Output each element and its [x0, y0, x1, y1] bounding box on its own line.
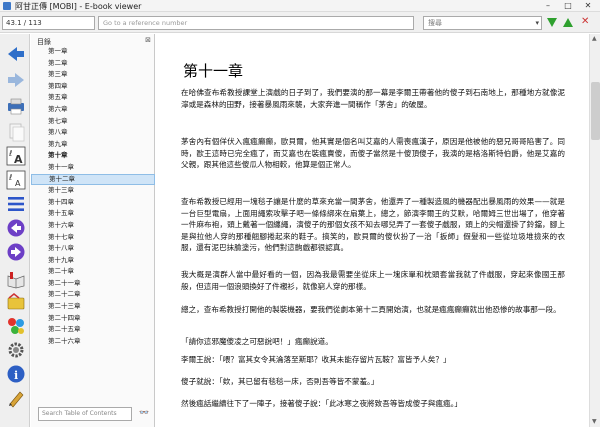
toc-search-input[interactable]: Search Table of Contents	[38, 407, 132, 421]
maximize-button[interactable]: □	[558, 0, 578, 12]
toc-search-icon[interactable]: 👓	[137, 408, 151, 420]
toc-item[interactable]: 第三章	[31, 69, 155, 81]
scrollbar-thumb[interactable]	[591, 82, 600, 140]
svg-text:ℓ: ℓ	[8, 149, 12, 158]
previous-page-icon[interactable]	[6, 218, 26, 238]
toc-item[interactable]: 第十七章	[31, 232, 155, 244]
toc-item[interactable]: 第十四章	[31, 197, 155, 209]
position-input[interactable]: 43.1 / 113	[2, 16, 95, 30]
paragraph: 「請你這邪魔傻凌之可惡說吧！」瘋癲說道。	[181, 337, 333, 346]
print-icon[interactable]	[6, 96, 26, 116]
toc-item[interactable]: 第十五章	[31, 208, 155, 220]
paragraph: 茅舍內有個佯伏入瘋瘋癲癲，歐貝爾，他其實是個名叫艾嘉的人需喪瘋漢子，原因是他被他…	[181, 137, 565, 169]
app-icon	[3, 2, 11, 10]
toc-item[interactable]: 第二十二章	[31, 289, 155, 301]
window-title: 阿甘正傳 [MOBI] - E-book viewer	[15, 2, 142, 11]
toc-item[interactable]: 第十二章	[31, 173, 155, 186]
preferences-icon[interactable]	[6, 340, 26, 360]
toc-item[interactable]: 第十三章	[31, 185, 155, 197]
edit-icon[interactable]	[6, 388, 26, 408]
scroll-down-icon[interactable]: ▼	[592, 418, 597, 425]
search-dropdown-icon[interactable]: ▾	[535, 17, 539, 29]
toc-close-icon[interactable]: ⊠	[145, 36, 151, 44]
search-input[interactable]: 搜尋 ▾	[423, 16, 542, 30]
toc-item[interactable]: 第四章	[31, 81, 155, 93]
close-search-icon[interactable]: ✕	[581, 16, 589, 27]
toc-panel: 目錄 ⊠ 第一章 第二章 第三章 第四章 第五章 第六章 第七章 第八章 第九章 第十章 第十一章第…	[31, 34, 155, 427]
toc-item[interactable]: 第八章	[31, 127, 155, 139]
paragraph: 傻子就說：「欸，其已留有毯毯一床，否則吾等皆不蒙羞。」	[181, 377, 379, 386]
toc-item[interactable]: 第一章	[31, 46, 155, 58]
copy-icon[interactable]	[6, 122, 26, 142]
next-match-icon[interactable]	[547, 18, 557, 27]
font-larger-icon[interactable]: ℓA	[6, 146, 26, 166]
svg-text:A: A	[14, 153, 23, 166]
previous-match-icon[interactable]	[563, 18, 573, 27]
toc-item[interactable]: 第九章	[31, 139, 155, 151]
toc-item[interactable]: 第十章	[31, 150, 155, 162]
toc-item[interactable]: 第二十一章	[31, 278, 155, 290]
toc-item[interactable]: 第十九章	[31, 255, 155, 267]
toc-item[interactable]: 第十八章	[31, 243, 155, 255]
toc-item[interactable]: 第二十章	[31, 266, 155, 278]
paragraph: 我大概是演群人當中最好看的一個，因為我最需要坐從床上一塊床單和枕頭套當我就了件戲…	[181, 270, 565, 291]
scroll-up-icon[interactable]: ▲	[592, 35, 597, 42]
next-page-icon[interactable]	[6, 242, 26, 262]
forward-icon[interactable]	[6, 70, 26, 90]
paragraph: 然後瘋話繼續往下了一陣子，接著傻子說：「此冰寒之夜將致吾等皆成傻子與瘋瘋。」	[181, 399, 462, 408]
toc-item[interactable]: 第二十四章	[31, 313, 155, 325]
toc-list: 第一章 第二章 第三章 第四章 第五章 第六章 第七章 第八章 第九章 第十章 第十一章 第十二章 第十…	[31, 46, 155, 347]
reference-input[interactable]: Go to a reference number	[98, 16, 414, 30]
paragraph: 在哈佛查布希教授課堂上演戲的日子到了，我們要演的那一幕是李爾王帶著他的傻子到石南…	[181, 88, 565, 109]
title-bar: 阿甘正傳 [MOBI] - E-book viewer – □ ✕	[0, 0, 600, 12]
toc-item[interactable]: 第七章	[31, 116, 155, 128]
info-icon[interactable]: i	[6, 364, 26, 384]
open-ebook-icon[interactable]	[6, 270, 26, 290]
back-icon[interactable]	[6, 44, 26, 64]
table-of-contents-icon[interactable]	[6, 194, 26, 214]
svg-text:i: i	[14, 369, 18, 382]
toc-item[interactable]: 第二十三章	[31, 301, 155, 313]
toc-item[interactable]: 第十六章	[31, 220, 155, 232]
left-toolbar: ℓA ℓA i	[0, 34, 30, 427]
paragraph: 李爾王說：「喂？富其女令其淪落至斯耶？收其未能存留片瓦鞍？富皆予人矣？」	[181, 355, 451, 364]
content-scrollbar[interactable]: ▲ ▼	[589, 34, 600, 427]
paragraph: 查布希教授已經用一塊毯子讓是什麼的草來充當一間茅舍，他還弄了一種製造風的機器配出…	[181, 197, 565, 252]
bookmark-icon[interactable]	[6, 292, 26, 312]
chapter-title: 第十一章	[183, 62, 244, 80]
minimize-button[interactable]: –	[538, 0, 558, 12]
toc-item[interactable]: 第二章	[31, 58, 155, 70]
toc-item[interactable]: 第二十五章	[31, 324, 155, 336]
search-input-text: 搜尋	[428, 19, 442, 27]
theme-icon[interactable]	[6, 316, 26, 336]
paragraph: 總之，查布希教授打開他的製裝機器，要我們從劇本第十二頁開始演，也就是瘋瘋癲癲就出…	[181, 305, 561, 314]
book-content: 第十一章 在哈佛查布希教授課堂上演戲的日子到了，我們要演的那一幕是李爾王帶著他的…	[156, 34, 589, 427]
toc-item[interactable]: 第五章	[31, 92, 155, 104]
font-smaller-icon[interactable]: ℓA	[6, 170, 26, 190]
toc-item[interactable]: 第六章	[31, 104, 155, 116]
toc-item[interactable]: 第十一章	[31, 162, 155, 174]
close-window-button[interactable]: ✕	[578, 0, 598, 12]
svg-text:A: A	[15, 179, 21, 188]
toc-item[interactable]: 第二十六章	[31, 336, 155, 348]
svg-text:ℓ: ℓ	[8, 173, 12, 182]
